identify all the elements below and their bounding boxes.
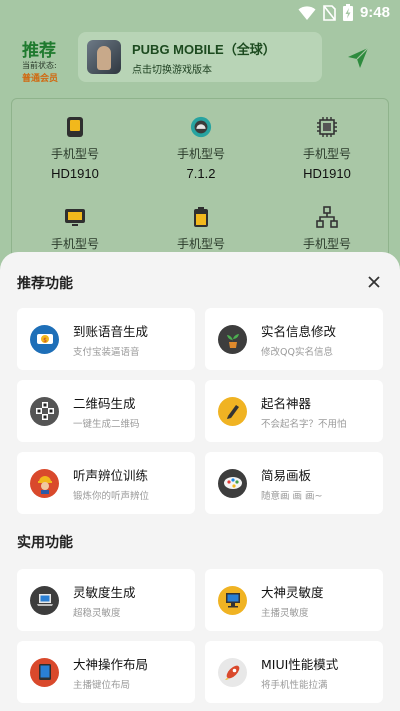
network-icon	[316, 206, 338, 228]
feature-subtitle: 锻炼你的听声辨位	[73, 490, 150, 502]
feature-subtitle: 支付宝装逼语音	[73, 346, 140, 358]
pen-icon	[218, 396, 247, 426]
membership-status-value: 普通会员	[22, 74, 59, 84]
game-title: PUBG MOBILE（全球）	[132, 41, 276, 57]
status-bar: 9:48	[0, 0, 400, 28]
feature-title: 大神操作布局	[73, 656, 149, 672]
feature-subtitle: 修改QQ实名信息	[261, 346, 333, 358]
soldier-icon	[30, 468, 59, 498]
svg-text:$: $	[43, 337, 47, 344]
tab-recommended[interactable]: 推荐	[22, 36, 56, 61]
monitor-icon	[65, 209, 85, 226]
info-label: 手机型号	[302, 237, 351, 251]
battery-icon	[194, 207, 208, 227]
feature-subtitle: 将手机性能拉满	[261, 679, 328, 691]
palette-icon	[218, 468, 247, 498]
wifi-icon	[298, 5, 316, 20]
info-value: 7.1.2	[186, 166, 216, 181]
feature-card-miui-performance[interactable]: MIUI性能模式 将手机性能拉满	[205, 641, 383, 703]
feature-subtitle: 随意画 画 画~	[261, 490, 323, 502]
device-info-item: 手机型号	[12, 206, 138, 252]
rocket-icon	[218, 657, 247, 687]
chip-yellow-icon	[67, 117, 83, 137]
feature-subtitle: 超稳灵敏度	[73, 607, 121, 619]
feature-card-pro-layout[interactable]: 大神操作布局 主播键位布局	[17, 641, 195, 703]
info-label: 手机型号	[176, 237, 225, 251]
section-title-recommended: 推荐功能	[17, 276, 73, 292]
tablet-icon	[30, 657, 59, 687]
close-icon	[368, 276, 380, 288]
feature-title: MIUI性能模式	[261, 656, 339, 672]
game-subtitle: 点击切换游戏版本	[132, 64, 212, 76]
close-button[interactable]	[362, 270, 386, 294]
device-info-panel: 手机型号 HD1910 手机型号 7.1.2 手机型号 HD1910 手机型号 …	[11, 98, 389, 268]
info-label: 手机型号	[176, 147, 225, 161]
qrcode-icon	[30, 396, 59, 426]
cpu-icon	[317, 117, 337, 137]
device-info-item: 手机型号 HD1910	[12, 116, 138, 181]
info-label: 手机型号	[50, 237, 99, 251]
game-thumbnail	[87, 40, 121, 74]
info-label: 手机型号	[302, 147, 351, 161]
laptop-icon	[30, 585, 59, 615]
device-info-item: 手机型号 HD1910	[264, 116, 390, 181]
feature-card-drawing-board[interactable]: 简易画板 随意画 画 画~	[205, 452, 383, 514]
coin-icon: $	[30, 324, 59, 354]
feature-title: 听声辨位训练	[73, 467, 149, 483]
feature-title: 实名信息修改	[261, 323, 337, 339]
feature-subtitle: 主播灵敏度	[261, 607, 309, 619]
feature-title: 二维码生成	[73, 395, 136, 411]
feature-title: 大神灵敏度	[261, 584, 324, 600]
feature-bottom-sheet: 推荐功能 $ 到账语音生成 支付宝装逼语音 实名信息修改 修改QQ实名信息 二维…	[0, 252, 400, 711]
feature-subtitle: 主播键位布局	[73, 679, 131, 691]
device-info-item: 手机型号	[264, 206, 390, 252]
feature-card-pro-sensitivity[interactable]: 大神灵敏度 主播灵敏度	[205, 569, 383, 631]
info-value: HD1910	[303, 166, 351, 181]
device-info-item: 手机型号 7.1.2	[138, 116, 264, 181]
feature-card-realname-edit[interactable]: 实名信息修改 修改QQ实名信息	[205, 308, 383, 370]
plant-icon	[218, 324, 247, 354]
android-icon	[190, 116, 212, 138]
feature-card-sound-training[interactable]: 听声辨位训练 锻炼你的听声辨位	[17, 452, 195, 514]
feature-card-qrcode[interactable]: 二维码生成 一键生成二维码	[17, 380, 195, 442]
clock: 9:48	[359, 4, 390, 21]
membership-status-label: 当前状态:	[22, 61, 57, 70]
game-version-switcher[interactable]: PUBG MOBILE（全球） 点击切换游戏版本	[78, 32, 322, 82]
header: 推荐 当前状态: 普通会员 PUBG MOBILE（全球） 点击切换游戏版本	[0, 28, 400, 88]
info-value: HD1910	[51, 166, 99, 181]
section-title-practical: 实用功能	[17, 535, 73, 551]
feature-title: 到账语音生成	[73, 323, 149, 339]
feature-card-name-generator[interactable]: 起名神器 不会起名字？不用怕	[205, 380, 383, 442]
feature-card-sensitivity-generator[interactable]: 灵敏度生成 超稳灵敏度	[17, 569, 195, 631]
no-sim-icon	[323, 4, 336, 21]
battery-charging-icon	[342, 4, 353, 21]
desktop-icon	[218, 585, 247, 615]
device-info-item: 手机型号	[138, 206, 264, 252]
send-icon[interactable]	[346, 46, 370, 70]
feature-subtitle: 一键生成二维码	[73, 418, 140, 430]
feature-title: 简易画板	[261, 467, 312, 483]
feature-subtitle: 不会起名字？不用怕	[261, 418, 347, 430]
feature-title: 起名神器	[261, 395, 312, 411]
feature-title: 灵敏度生成	[73, 584, 136, 600]
feature-card-voice-generator[interactable]: $ 到账语音生成 支付宝装逼语音	[17, 308, 195, 370]
info-label: 手机型号	[50, 147, 99, 161]
